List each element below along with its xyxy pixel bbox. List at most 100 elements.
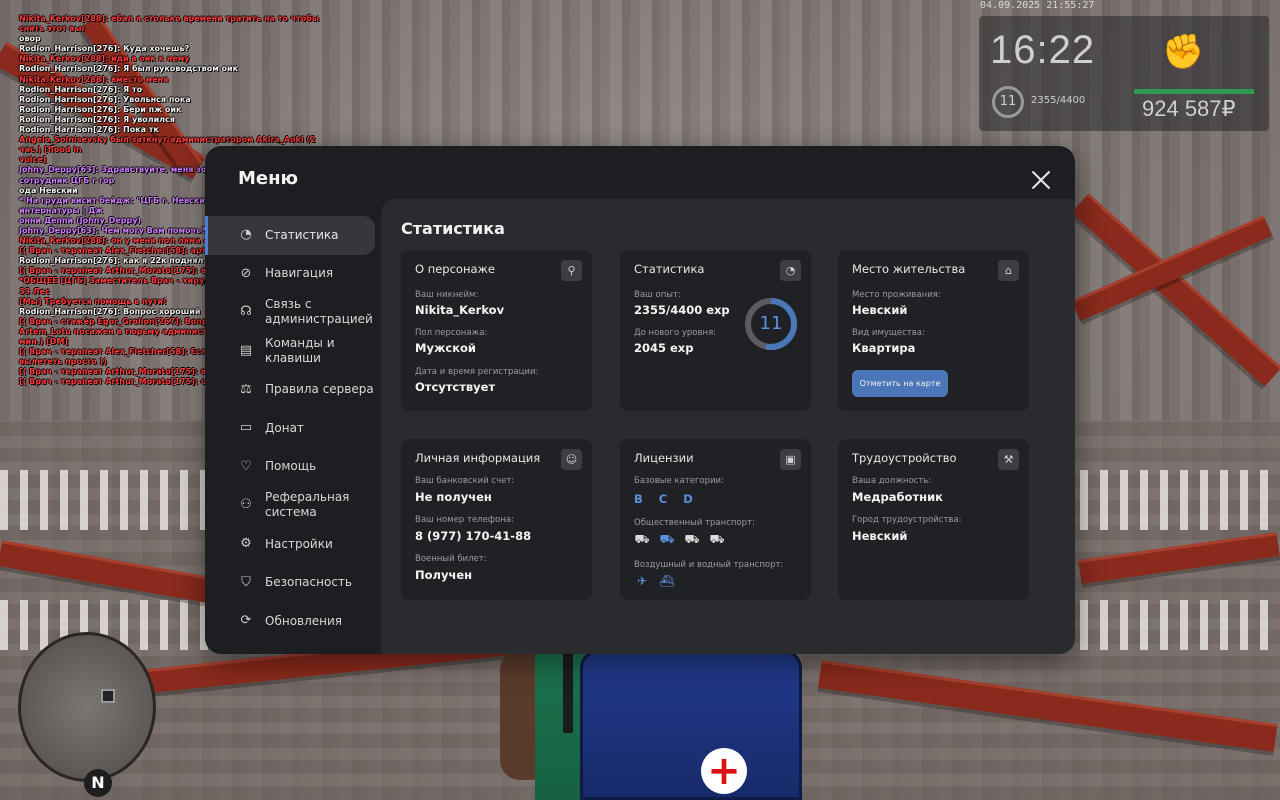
position-value: Медработник bbox=[852, 490, 943, 504]
health-bar bbox=[1134, 89, 1254, 94]
hud-level: 11 bbox=[992, 86, 1024, 118]
id-card-icon: ▣ bbox=[780, 449, 801, 470]
plane-icon: ✈ bbox=[636, 574, 648, 588]
field-label: Пол персонажа: bbox=[415, 328, 488, 338]
field-label: Город трудоустройства: bbox=[852, 515, 962, 525]
sidebar-item[interactable]: ⟳ Обновления bbox=[205, 602, 381, 641]
chat-line: Nikita_Kerkov[288]: иди в оик к нему bbox=[19, 54, 190, 64]
military-id-value: Получен bbox=[415, 568, 473, 582]
sidebar-item-label: Связь с администрацией bbox=[265, 297, 373, 327]
shield-icon: ⛉ bbox=[241, 574, 251, 590]
map-blip-icon bbox=[101, 689, 115, 703]
hud-money: 924 587₽ bbox=[1142, 96, 1236, 121]
chat-line: овор bbox=[19, 34, 41, 44]
field-label: Воздушный и водный транспорт: bbox=[634, 560, 784, 570]
mark-on-map-button[interactable]: Отметить на карте bbox=[852, 370, 948, 397]
sidebar-item-label: Помощь bbox=[265, 459, 317, 474]
chat-line: Rodion_Harrison[276]: Я был руководством… bbox=[19, 64, 239, 74]
field-label: Ваш никнейм: bbox=[415, 290, 479, 300]
chat-line: Rodion_Harrison[276]: Я уволился bbox=[19, 114, 175, 124]
card-title: Трудоустройство bbox=[852, 451, 957, 465]
wallet-icon: ▭ bbox=[239, 420, 253, 436]
chat-line: Nikita_Kerkov[288]: ебал я столько време… bbox=[19, 14, 322, 34]
field-label: Дата и время регистрации: bbox=[415, 367, 539, 377]
chat-line: Rodion_Harrison[276]: Куда хочешь? bbox=[19, 44, 190, 54]
fist-icon: ✊ bbox=[1162, 32, 1205, 72]
card-licenses: Лицензии ▣ Базовые категории: B C D Обще… bbox=[620, 439, 811, 600]
chat-line: Rodion_Harrison[276]: Я то bbox=[19, 84, 143, 94]
sidebar-item[interactable]: ⚇ Реферальная система bbox=[205, 486, 381, 525]
sidebar-item-label: Настройки bbox=[265, 536, 333, 551]
content-panel: Статистика О персонаже ⚲ Ваш никнейм: Ni… bbox=[381, 199, 1075, 654]
sidebar-item[interactable]: ⊘ Навигация bbox=[205, 255, 381, 294]
field-label: Военный билет: bbox=[415, 554, 487, 564]
sidebar-item[interactable]: ⚙ Настройки bbox=[205, 525, 381, 564]
card-title: Личная информация bbox=[415, 451, 541, 465]
phone-value: 8 (977) 170-41-88 bbox=[415, 529, 532, 543]
public-transport-licenses: ⛟ ⛟ ⛟ ⛟ bbox=[634, 531, 725, 547]
nickname-value: Nikita_Kerkov bbox=[415, 303, 505, 317]
card-title: О персонаже bbox=[415, 262, 495, 276]
sidebar-item-label: Реферальная система bbox=[265, 490, 350, 520]
field-label: Базовые категории: bbox=[634, 476, 724, 486]
compass-north-icon: N bbox=[84, 769, 112, 797]
minimap bbox=[18, 632, 156, 782]
people-network-icon: ⚇ bbox=[240, 497, 252, 513]
field-label: Вид имущества: bbox=[852, 328, 925, 338]
sidebar-item-label: Безопасность bbox=[265, 575, 352, 590]
sidebar-item[interactable]: ☊ Связь с администрацией bbox=[205, 293, 381, 332]
sidebar-item[interactable]: ▤ Команды и клавиши bbox=[205, 332, 381, 371]
base-categories: B C D bbox=[634, 492, 699, 506]
chat-line: Rodion_Harrison[276]: Пока тк bbox=[19, 125, 159, 135]
sidebar-item[interactable]: ⛉ Безопасность bbox=[205, 563, 381, 602]
trolleybus-icon: ⛟ bbox=[659, 532, 675, 546]
field-label: Ваш номер телефона: bbox=[415, 515, 514, 525]
sidebar-item[interactable]: ♡ Помощь bbox=[205, 448, 381, 487]
tram-icon: ⛟ bbox=[684, 532, 700, 546]
card-residence: Место жительства ⌂ Место проживания: Нев… bbox=[838, 250, 1029, 411]
card-personal-info: Личная информация ☺ Ваш банковский счет:… bbox=[401, 439, 592, 600]
menu-title: Меню bbox=[238, 168, 299, 189]
card-title: Лицензии bbox=[634, 451, 694, 465]
sidebar-item[interactable]: ◔ Статистика bbox=[205, 216, 375, 255]
field-label: Ваш опыт: bbox=[634, 290, 681, 300]
sidebar-item[interactable]: ⚖ Правила сервера bbox=[205, 370, 381, 409]
sidebar-item[interactable]: ▭ Донат bbox=[205, 409, 381, 448]
field-label: Ваш банковский счет: bbox=[415, 476, 515, 486]
card-statistics: Статистика ◔ Ваш опыт: 2355/4400 exp До … bbox=[620, 250, 811, 411]
sidebar-item-label: Команды и клавиши bbox=[265, 336, 335, 366]
metro-icon: ⛟ bbox=[709, 532, 725, 546]
registration-value: Отсутствует bbox=[415, 380, 496, 394]
refresh-check-icon: ⟳ bbox=[240, 613, 252, 629]
property-value: Квартира bbox=[852, 341, 916, 355]
headset-icon: ☊ bbox=[240, 304, 252, 320]
sidebar-item-label: Донат bbox=[265, 420, 304, 435]
exp-value: 2355/4400 exp bbox=[634, 303, 730, 317]
sidebar-item-label: Обновления bbox=[265, 613, 343, 628]
sidebar-item-label: Статистика bbox=[265, 227, 339, 242]
chart-pie-icon: ◔ bbox=[240, 227, 252, 243]
close-button[interactable] bbox=[1029, 168, 1053, 192]
chat-line: Rodion_Harrison[276]: Увольнся пока bbox=[19, 94, 191, 104]
menu-window: Меню ◔ Статистика ⊘ Навигация ☊ Связь с админ… bbox=[205, 146, 1075, 654]
field-label: До нового уровня: bbox=[634, 328, 717, 338]
scales-icon: ⚖ bbox=[240, 381, 252, 397]
card-title: Статистика bbox=[634, 262, 705, 276]
level-value: 11 bbox=[759, 313, 783, 334]
hud-date: 04.09.2025 21:55:27 bbox=[980, 0, 1095, 11]
hud-exp: 2355/4400 bbox=[1031, 95, 1086, 106]
air-water-licenses: ✈ ⛴ bbox=[634, 573, 675, 589]
heart-hand-icon: ♡ bbox=[240, 458, 252, 474]
next-level-value: 2045 exp bbox=[634, 341, 694, 355]
field-label: Ваша должность: bbox=[852, 476, 932, 486]
hud-time: 16:22 bbox=[990, 28, 1096, 72]
card-persona: О персонаже ⚲ Ваш никнейм: Nikita_Kerkov… bbox=[401, 250, 592, 411]
content-title: Статистика bbox=[401, 219, 505, 238]
residence-value: Невский bbox=[852, 303, 908, 317]
compass-icon: ⊘ bbox=[240, 265, 252, 281]
card-title: Место жительства bbox=[852, 262, 966, 276]
menu-sidebar: ◔ Статистика ⊘ Навигация ☊ Связь с администра… bbox=[205, 216, 381, 641]
user-circle-icon: ☺ bbox=[561, 449, 582, 470]
bank-account-value: Не получен bbox=[415, 490, 492, 504]
house-icon: ⌂ bbox=[998, 260, 1019, 281]
